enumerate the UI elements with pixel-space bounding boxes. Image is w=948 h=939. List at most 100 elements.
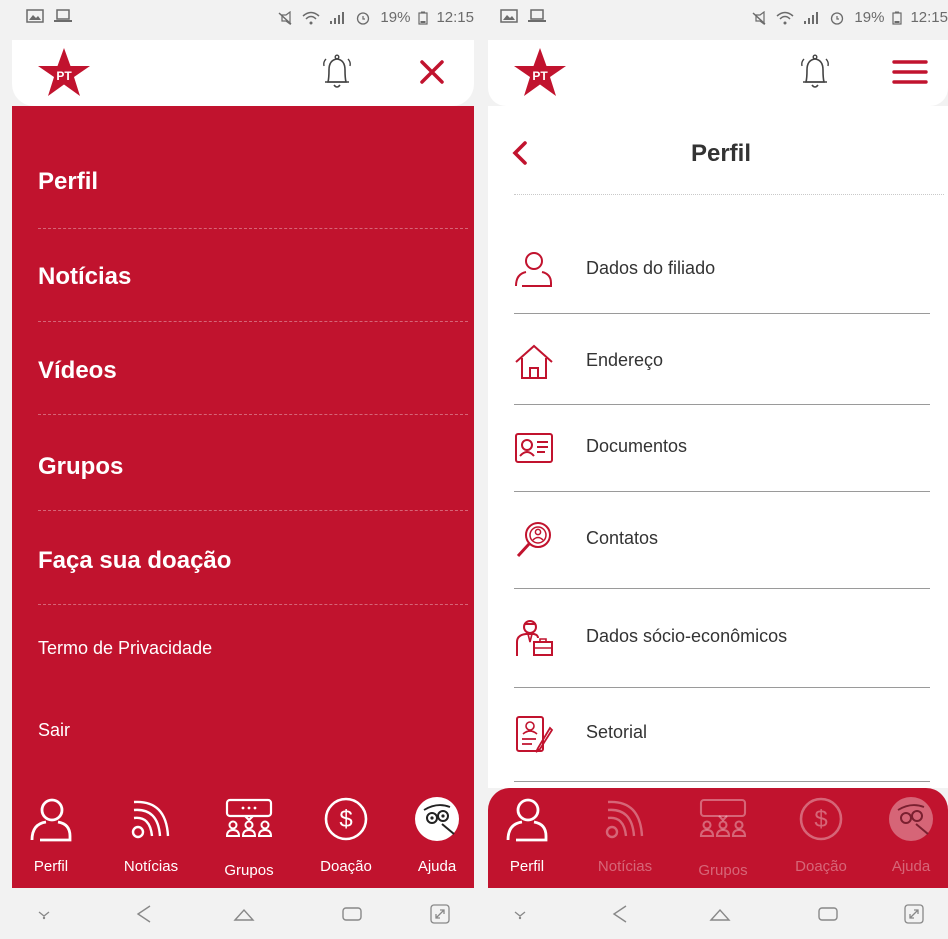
bell-icon[interactable] <box>318 52 356 92</box>
menu-screen: 19% 12:15 PT Perfil Notícias Vídeos Grup… <box>0 0 474 939</box>
gallery-icon <box>26 9 44 23</box>
battery-icon <box>892 11 903 25</box>
person-icon <box>515 252 552 287</box>
magnifier-contact-icon <box>516 522 551 558</box>
battery-icon <box>418 11 429 25</box>
document-pen-icon <box>516 716 554 753</box>
back-triangle-icon[interactable] <box>132 902 156 926</box>
list-item-label: Documentos <box>586 436 688 456</box>
nav-doacao-label: Doação <box>320 858 372 875</box>
battery-percent: 19% <box>380 9 411 26</box>
rss-icon <box>605 800 644 839</box>
profile-screen: 19% 12:15 PT Perfil Dados do filiado End… <box>474 0 948 939</box>
pt-star-logo[interactable]: PT <box>36 46 92 102</box>
list-item-contatos[interactable]: Contatos <box>514 502 930 594</box>
status-bar: 19% 12:15 <box>474 0 948 40</box>
nav-ajuda[interactable]: Ajuda <box>392 794 474 884</box>
signal-icon <box>330 11 345 24</box>
wifi-icon <box>302 11 320 24</box>
nav-doacao[interactable]: $ Doação <box>776 794 866 884</box>
list-item-setorial[interactable]: Setorial <box>514 696 930 788</box>
dollar-icon: $ <box>324 797 368 841</box>
app-header: PT <box>12 40 474 106</box>
signal-icon <box>804 11 819 24</box>
pt-star-logo[interactable]: PT <box>512 46 568 102</box>
list-item-label: Contatos <box>586 528 659 548</box>
battery-percent: 19% <box>854 9 885 26</box>
logout-link[interactable]: Sair <box>38 720 70 741</box>
menu-item-noticias[interactable]: Notícias <box>38 263 131 291</box>
svg-text:$: $ <box>339 806 352 833</box>
group-icon <box>699 798 747 838</box>
home-icon[interactable] <box>232 902 256 926</box>
menu-item-perfil[interactable]: Perfil <box>38 168 98 196</box>
clock: 12:15 <box>910 9 948 26</box>
rss-icon <box>131 800 170 839</box>
menu-divider <box>38 414 468 415</box>
nav-grupos[interactable]: Grupos <box>204 794 294 884</box>
menu-item-grupos[interactable]: Grupos <box>38 453 123 481</box>
laptop-icon <box>528 9 546 22</box>
list-item-label: Endereço <box>586 350 664 370</box>
menu-divider <box>38 321 468 322</box>
status-bar: 19% 12:15 <box>0 0 474 40</box>
row-divider <box>514 404 930 405</box>
svg-text:$: $ <box>814 806 827 833</box>
nav-grupos-label: Grupos <box>224 862 274 879</box>
help-mascot-icon <box>415 797 459 841</box>
list-item-endereco[interactable]: Endereço <box>514 324 930 416</box>
row-divider <box>514 588 930 589</box>
row-divider <box>514 313 930 314</box>
menu-item-doacao[interactable]: Faça sua doação <box>38 547 231 575</box>
menu-divider <box>38 228 468 229</box>
svg-text:PT: PT <box>56 69 72 83</box>
page-title: Perfil <box>690 140 752 167</box>
help-mascot-icon <box>889 797 933 841</box>
nav-grupos-label: Grupos <box>698 862 748 879</box>
title-divider <box>514 194 944 195</box>
nav-perfil[interactable]: Perfil <box>482 794 572 884</box>
person-icon <box>30 798 72 842</box>
chevron-down-icon[interactable] <box>508 902 532 926</box>
nav-doacao-label: Doação <box>795 858 847 875</box>
expand-icon[interactable] <box>428 902 452 926</box>
nav-grupos[interactable]: Grupos <box>678 794 768 884</box>
home-icon[interactable] <box>708 902 732 926</box>
hamburger-menu-icon[interactable] <box>890 54 930 90</box>
gallery-icon <box>500 9 518 23</box>
list-item-dados-filiado[interactable]: Dados do filiado <box>514 232 930 324</box>
alarm-icon <box>357 11 370 25</box>
nav-noticias[interactable]: Notícias <box>580 794 670 884</box>
svg-text:PT: PT <box>532 69 548 83</box>
row-divider <box>514 687 930 688</box>
system-nav <box>474 888 948 939</box>
back-triangle-icon[interactable] <box>608 902 632 926</box>
worker-briefcase-icon <box>516 620 553 656</box>
person-icon <box>506 798 548 842</box>
system-nav <box>12 888 474 939</box>
nav-noticias[interactable]: Notícias <box>106 794 196 884</box>
mute-icon <box>752 10 766 25</box>
bottom-nav: Perfil Notícias Grupos $ Doação Ajuda <box>488 788 948 888</box>
recents-icon[interactable] <box>340 902 364 926</box>
menu-item-videos[interactable]: Vídeos <box>38 357 117 385</box>
nav-doacao[interactable]: $ Doação <box>301 794 391 884</box>
list-item-label: Dados do filiado <box>586 258 716 278</box>
mute-icon <box>278 10 292 25</box>
profile-page: Perfil Dados do filiado Endereço Documen… <box>488 106 948 788</box>
expand-icon[interactable] <box>902 902 926 926</box>
nav-ajuda[interactable]: Ajuda <box>866 794 948 884</box>
nav-ajuda-label: Ajuda <box>417 858 457 875</box>
close-icon[interactable] <box>414 54 450 90</box>
laptop-icon <box>54 9 72 22</box>
bell-icon[interactable] <box>796 52 834 92</box>
recents-icon[interactable] <box>816 902 840 926</box>
bottom-nav: Perfil Notícias Grupos $ Doação Ajuda <box>12 788 474 888</box>
privacy-link[interactable]: Termo de Privacidade <box>38 638 212 659</box>
row-divider <box>514 781 930 782</box>
list-item-documentos[interactable]: Documentos <box>514 410 930 502</box>
menu-divider <box>38 510 468 511</box>
list-item-socio-economicos[interactable]: Dados sócio-econômicos <box>514 600 930 692</box>
chevron-down-icon[interactable] <box>32 902 56 926</box>
nav-perfil[interactable]: Perfil <box>6 794 96 884</box>
